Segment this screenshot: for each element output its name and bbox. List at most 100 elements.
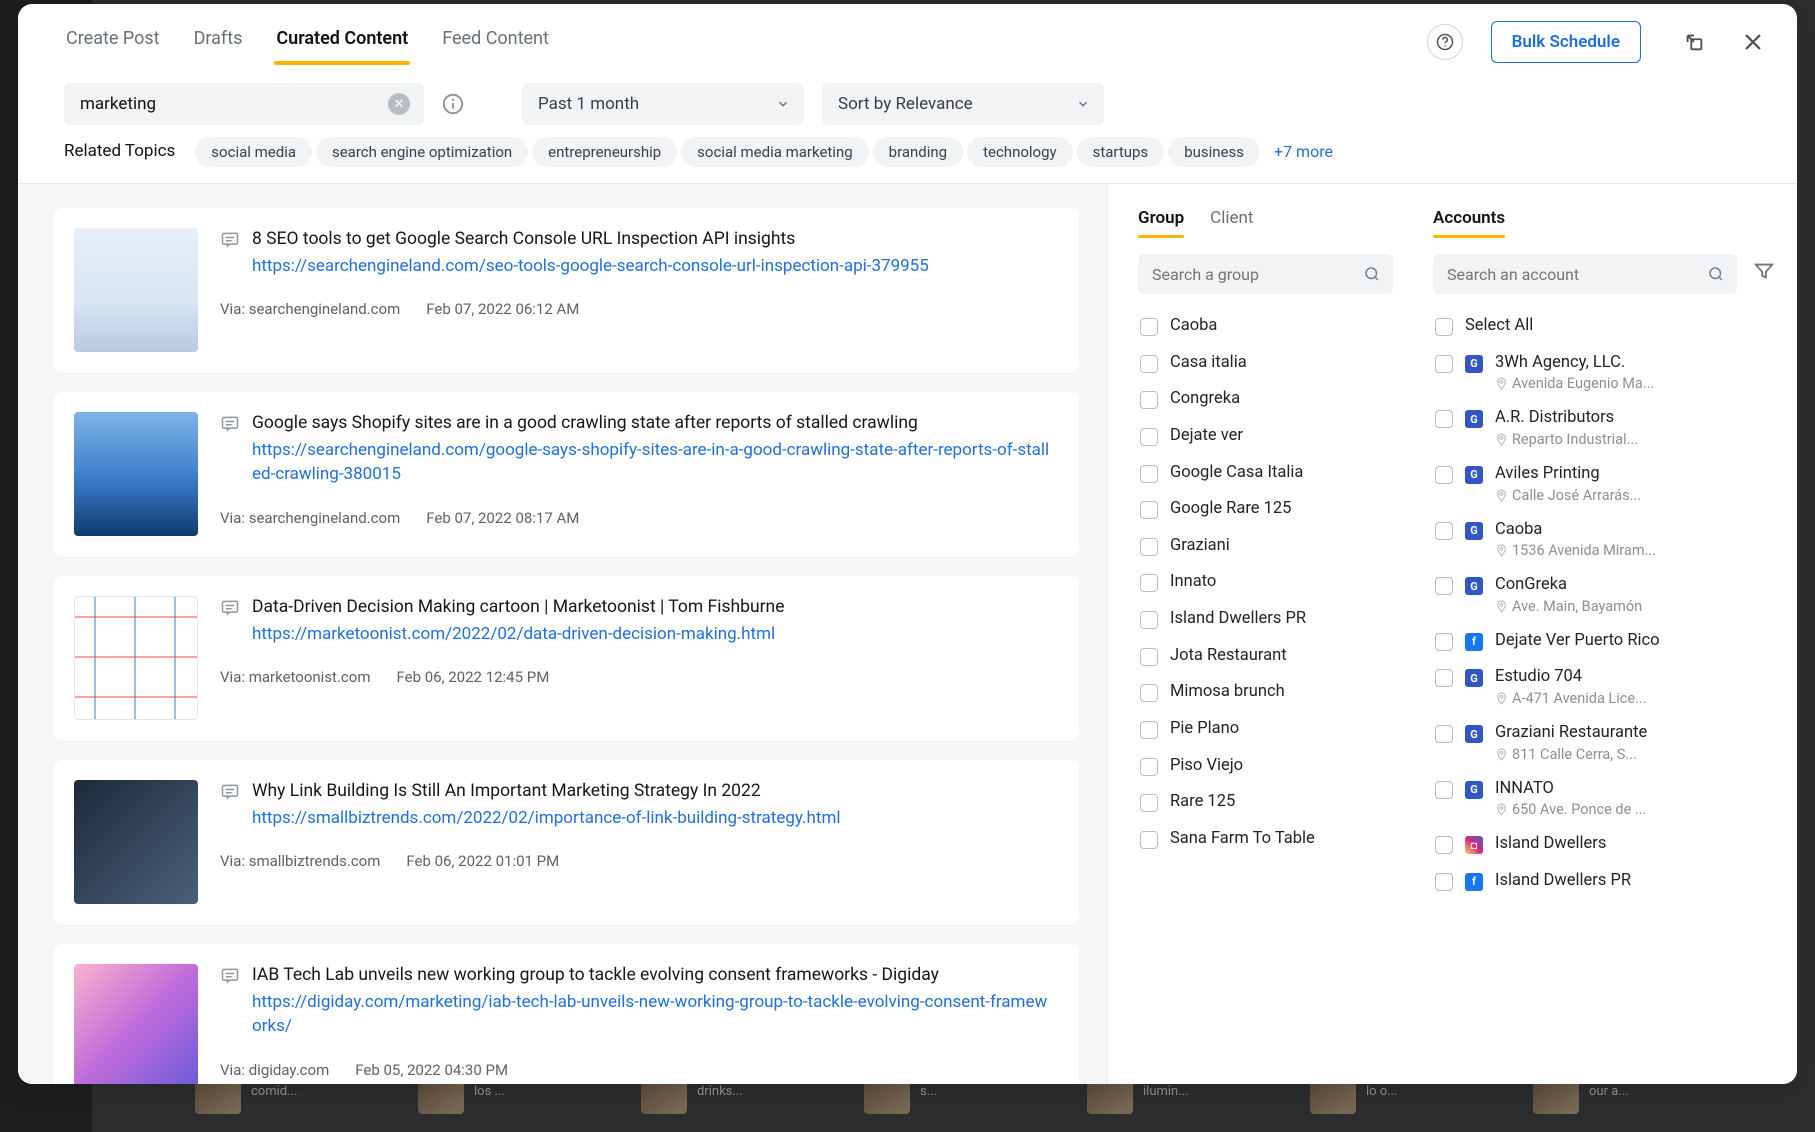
- checkbox[interactable]: [1140, 501, 1158, 519]
- accounts-tab[interactable]: Accounts: [1433, 208, 1505, 238]
- tab-drafts[interactable]: Drafts: [192, 18, 245, 65]
- account-row[interactable]: G Graziani Restaurante811 Calle Cerra, S…: [1433, 715, 1771, 771]
- checkbox[interactable]: [1435, 318, 1453, 336]
- checkbox[interactable]: [1140, 428, 1158, 446]
- group-row[interactable]: Congreka: [1138, 381, 1389, 418]
- checkbox[interactable]: [1140, 391, 1158, 409]
- checkbox[interactable]: [1140, 538, 1158, 556]
- topic-search-input[interactable]: [64, 83, 424, 125]
- group-name: Island Dwellers PR: [1170, 609, 1306, 630]
- topic-chip[interactable]: technology: [967, 137, 1073, 167]
- checkbox[interactable]: [1435, 781, 1453, 799]
- group-tab-client[interactable]: Client: [1210, 208, 1253, 238]
- account-row[interactable]: G A.R. DistributorsReparto Industrial...: [1433, 400, 1771, 456]
- group-row[interactable]: Pie Plano: [1138, 711, 1389, 748]
- account-row[interactable]: f Island Dwellers PR: [1433, 863, 1771, 900]
- result-card[interactable]: Google says Shopify sites are in a good …: [54, 392, 1079, 556]
- popout-icon[interactable]: [1683, 31, 1705, 53]
- topic-chip[interactable]: startups: [1077, 137, 1165, 167]
- group-row[interactable]: Island Dwellers PR: [1138, 601, 1389, 638]
- checkbox[interactable]: [1140, 611, 1158, 629]
- group-row[interactable]: Sana Farm To Table: [1138, 821, 1389, 858]
- topic-chip[interactable]: search engine optimization: [316, 137, 528, 167]
- checkbox[interactable]: [1435, 577, 1453, 595]
- time-filter-select[interactable]: [522, 83, 804, 125]
- checkbox[interactable]: [1435, 466, 1453, 484]
- result-card[interactable]: IAB Tech Lab unveils new working group t…: [54, 944, 1079, 1084]
- account-list[interactable]: Select All G 3Wh Agency, LLC.Avenida Eug…: [1433, 308, 1775, 1060]
- checkbox[interactable]: [1140, 794, 1158, 812]
- sort-select[interactable]: [822, 83, 1104, 125]
- select-all-row[interactable]: Select All: [1433, 308, 1771, 345]
- checkbox[interactable]: [1435, 669, 1453, 687]
- result-date: Feb 06, 2022 01:01 PM: [406, 852, 559, 870]
- checkbox[interactable]: [1435, 522, 1453, 540]
- result-url[interactable]: https://digiday.com/marketing/iab-tech-l…: [252, 990, 1053, 1039]
- group-row[interactable]: Rare 125: [1138, 784, 1389, 821]
- checkbox[interactable]: [1435, 873, 1453, 891]
- account-row[interactable]: G Estudio 704A-471 Avenida Lice...: [1433, 659, 1771, 715]
- tab-feed-content[interactable]: Feed Content: [440, 18, 551, 65]
- result-url[interactable]: https://searchengineland.com/google-says…: [252, 438, 1053, 487]
- checkbox[interactable]: [1140, 684, 1158, 702]
- checkbox[interactable]: [1140, 355, 1158, 373]
- checkbox[interactable]: [1140, 574, 1158, 592]
- account-row[interactable]: G INNATO650 Ave. Ponce de ...: [1433, 771, 1771, 827]
- account-row[interactable]: G Aviles PrintingCalle José Arrarás...: [1433, 456, 1771, 512]
- group-row[interactable]: Google Casa Italia: [1138, 455, 1389, 492]
- pin-icon: [1495, 433, 1508, 446]
- checkbox[interactable]: [1140, 831, 1158, 849]
- group-row[interactable]: Graziani: [1138, 528, 1389, 565]
- result-card[interactable]: Data-Driven Decision Making cartoon | Ma…: [54, 576, 1079, 740]
- more-topics-link[interactable]: +7 more: [1274, 142, 1333, 161]
- group-tab-group[interactable]: Group: [1138, 208, 1184, 238]
- group-name: Jota Restaurant: [1170, 646, 1287, 667]
- checkbox[interactable]: [1140, 721, 1158, 739]
- clear-search-icon[interactable]: ✕: [388, 93, 410, 115]
- group-row[interactable]: Innato: [1138, 564, 1389, 601]
- close-icon[interactable]: [1741, 30, 1765, 54]
- group-row[interactable]: Jota Restaurant: [1138, 638, 1389, 675]
- account-row[interactable]: G 3Wh Agency, LLC.Avenida Eugenio Ma...: [1433, 345, 1771, 401]
- checkbox[interactable]: [1435, 725, 1453, 743]
- checkbox[interactable]: [1435, 410, 1453, 428]
- group-list[interactable]: CaobaCasa italiaCongrekaDejate verGoogle…: [1138, 308, 1393, 1060]
- result-url[interactable]: https://marketoonist.com/2022/02/data-dr…: [252, 622, 1053, 647]
- topic-chip[interactable]: branding: [873, 137, 963, 167]
- help-icon[interactable]: [1427, 24, 1463, 60]
- group-row[interactable]: Caoba: [1138, 308, 1389, 345]
- tab-curated-content[interactable]: Curated Content: [274, 18, 410, 65]
- filter-icon[interactable]: [1753, 260, 1775, 282]
- info-icon[interactable]: [442, 93, 464, 115]
- account-row[interactable]: G ConGrekaAve. Main, Bayamón: [1433, 567, 1771, 623]
- bulk-schedule-button[interactable]: Bulk Schedule: [1491, 21, 1641, 63]
- account-row[interactable]: ◘ Island Dwellers: [1433, 826, 1771, 863]
- checkbox[interactable]: [1435, 355, 1453, 373]
- result-card[interactable]: Why Link Building Is Still An Important …: [54, 760, 1079, 924]
- topic-chip[interactable]: entrepreneurship: [532, 137, 677, 167]
- group-search-input[interactable]: [1138, 254, 1393, 294]
- result-card[interactable]: 8 SEO tools to get Google Search Console…: [54, 208, 1079, 372]
- group-row[interactable]: Google Rare 125: [1138, 491, 1389, 528]
- checkbox[interactable]: [1140, 465, 1158, 483]
- result-url[interactable]: https://smallbiztrends.com/2022/02/impor…: [252, 806, 1053, 831]
- results-list[interactable]: 8 SEO tools to get Google Search Console…: [18, 184, 1107, 1084]
- account-row[interactable]: f Dejate Ver Puerto Rico: [1433, 623, 1771, 660]
- topic-chip[interactable]: business: [1168, 137, 1260, 167]
- account-search-input[interactable]: [1433, 254, 1737, 294]
- result-thumb: [74, 596, 198, 720]
- checkbox[interactable]: [1140, 318, 1158, 336]
- group-row[interactable]: Casa italia: [1138, 345, 1389, 382]
- checkbox[interactable]: [1435, 836, 1453, 854]
- account-row[interactable]: G Caoba1536 Avenida Miram...: [1433, 512, 1771, 568]
- topic-chip[interactable]: social media: [195, 137, 312, 167]
- topic-chip[interactable]: social media marketing: [681, 137, 869, 167]
- group-row[interactable]: Piso Viejo: [1138, 748, 1389, 785]
- checkbox[interactable]: [1140, 648, 1158, 666]
- checkbox[interactable]: [1435, 633, 1453, 651]
- checkbox[interactable]: [1140, 758, 1158, 776]
- group-row[interactable]: Mimosa brunch: [1138, 674, 1389, 711]
- group-row[interactable]: Dejate ver: [1138, 418, 1389, 455]
- tab-create-post[interactable]: Create Post: [64, 18, 162, 65]
- result-url[interactable]: https://searchengineland.com/seo-tools-g…: [252, 254, 1053, 279]
